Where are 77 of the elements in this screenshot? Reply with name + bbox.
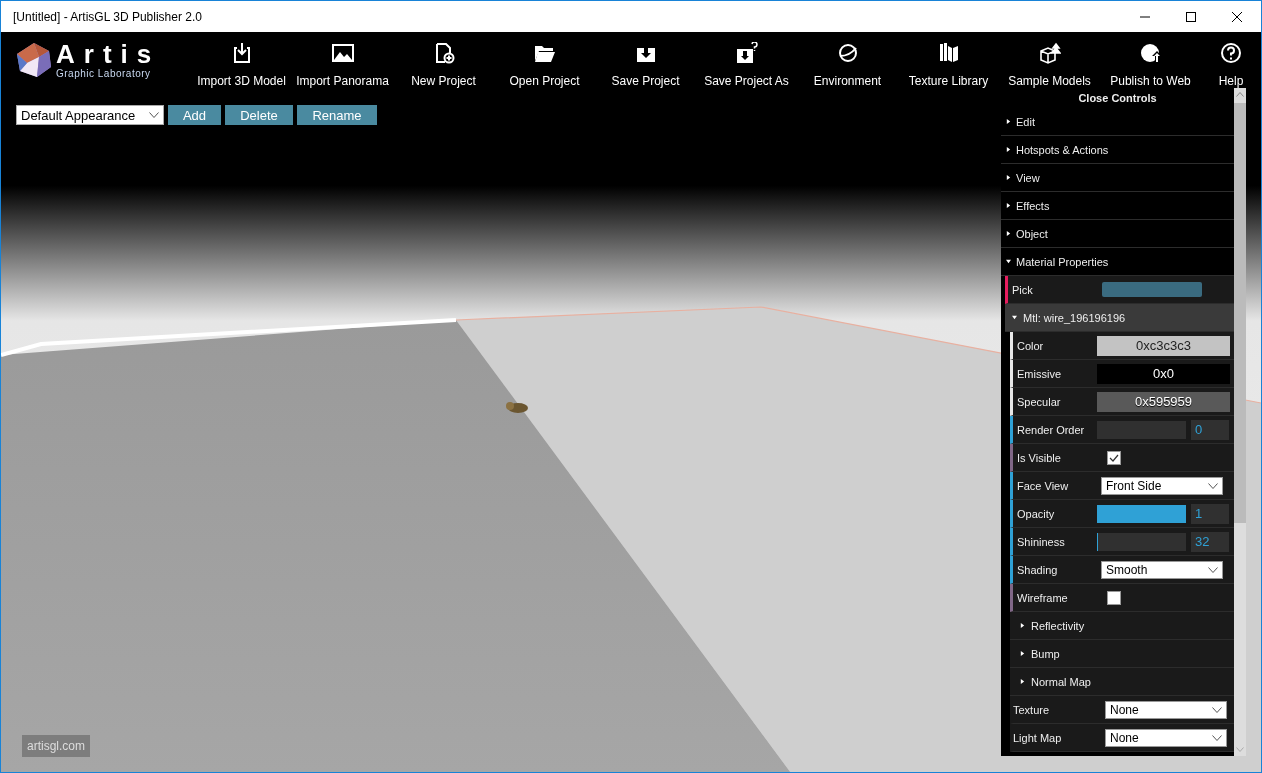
property-label: Specular: [1017, 395, 1062, 408]
toolbar-button[interactable]: Publish to Web: [1100, 32, 1201, 88]
checkbox[interactable]: [1107, 590, 1121, 605]
upload-globe-icon: [1139, 42, 1162, 64]
toolbar-button[interactable]: New Project: [393, 32, 494, 88]
triangle-icon: [1006, 259, 1011, 264]
triangle-icon: [1006, 147, 1011, 152]
scroll-up-icon[interactable]: [1236, 92, 1244, 97]
books-icon: [937, 42, 960, 64]
triangle-icon: [1006, 203, 1011, 208]
close-icon[interactable]: [1231, 10, 1243, 23]
logo-subtitle: Graphic Laboratory: [56, 68, 152, 79]
property-label: Render Order: [1017, 423, 1086, 436]
triangle-icon: [1020, 623, 1025, 628]
triangle-icon: [1020, 679, 1025, 684]
image-icon: [331, 42, 354, 64]
property-label: Is Visible: [1017, 451, 1062, 464]
toolbar-button[interactable]: Open Project: [494, 32, 595, 88]
watermark-label: artisgl.com: [22, 735, 90, 757]
number-field[interactable]: 32: [1191, 531, 1229, 552]
property-label: Light Map: [1013, 731, 1063, 744]
slider-fill[interactable]: [1097, 504, 1186, 523]
property-label: Pick: [1012, 283, 1034, 296]
triangle-icon: [1012, 315, 1017, 320]
logo-gem-icon: [15, 41, 53, 79]
property-label: Shading: [1017, 563, 1059, 576]
checkmark-icon: [1109, 453, 1119, 462]
triangle-icon: [1006, 175, 1011, 180]
help-icon: [1220, 42, 1242, 64]
property-label: Texture: [1013, 703, 1051, 716]
triangle-icon: [1020, 651, 1025, 656]
chevron-down-icon: [1212, 706, 1222, 713]
chevron-down-icon: [1208, 482, 1218, 489]
box-icon: [1038, 42, 1061, 64]
subsection-header[interactable]: Normal Map: [1010, 668, 1234, 696]
toolbar-button[interactable]: Import 3D Model: [191, 32, 292, 88]
dropdown[interactable]: None: [1105, 728, 1227, 747]
toolbar-button[interactable]: Import Panorama: [292, 32, 393, 88]
toolbar-button[interactable]: Sample Models: [999, 32, 1100, 88]
triangle-icon: [1006, 119, 1011, 124]
logo-name: Artis: [56, 41, 161, 67]
color-field[interactable]: 0xc3c3c3: [1097, 335, 1230, 356]
property-label: Emissive: [1017, 367, 1062, 380]
material-folder-header[interactable]: Mtl: wire_196196196: [1005, 304, 1234, 332]
appearance-dropdown[interactable]: Default Appearance: [16, 105, 164, 125]
property-label: Wireframe: [1017, 591, 1069, 604]
number-field[interactable]: 1: [1191, 503, 1229, 524]
appearance-button[interactable]: Rename: [297, 105, 377, 125]
chevron-down-icon: [1208, 566, 1218, 573]
appearance-button[interactable]: Add: [168, 105, 221, 125]
toolbar-button[interactable]: Help: [1201, 32, 1261, 88]
toolbar-button[interactable]: Save Project As: [696, 32, 797, 88]
checkbox[interactable]: [1107, 450, 1121, 465]
maximize-icon[interactable]: [1185, 10, 1197, 23]
toolbar-button[interactable]: Texture Library: [898, 32, 999, 88]
dropdown[interactable]: Smooth: [1101, 560, 1223, 579]
property-label: Color: [1017, 339, 1045, 352]
triangle-icon: [1006, 231, 1011, 236]
toolbar-button[interactable]: Environment: [797, 32, 898, 88]
dropdown[interactable]: Front Side: [1101, 476, 1223, 495]
chevron-down-icon: [1212, 734, 1222, 741]
color-field[interactable]: 0x595959: [1097, 391, 1230, 412]
subsection-header[interactable]: Reflectivity: [1010, 612, 1234, 640]
number-field[interactable]: 0: [1191, 419, 1229, 440]
globe-icon: [836, 42, 859, 64]
dropdown[interactable]: None: [1105, 700, 1227, 719]
window-title: [Untitled] - ArtisGL 3D Publisher 2.0: [13, 9, 202, 24]
subsection-header[interactable]: Bump: [1010, 640, 1234, 668]
save-as-icon: [735, 42, 758, 64]
color-field[interactable]: 0x0: [1097, 363, 1230, 384]
property-label: Face View: [1017, 479, 1070, 492]
property-label: Shininess: [1017, 535, 1066, 548]
toolbar-button[interactable]: Save Project: [595, 32, 696, 88]
property-label: Opacity: [1017, 507, 1056, 520]
appearance-button[interactable]: Delete: [225, 105, 293, 125]
chevron-down-icon: [149, 112, 159, 118]
scrollbar[interactable]: [1234, 88, 1246, 756]
